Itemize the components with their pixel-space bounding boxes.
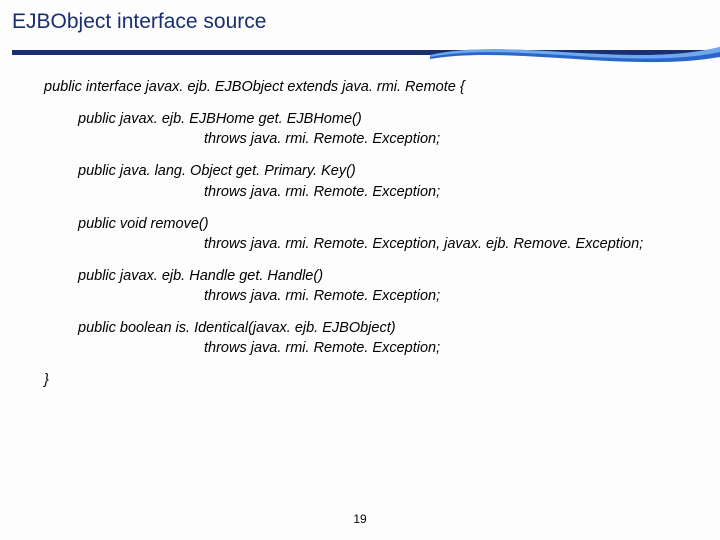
code-line: public boolean is. Identical(javax. ejb.… [44,319,700,337]
title-underline [0,46,720,60]
code-line: throws java. rmi. Remote. Exception; [44,130,700,148]
code-line: throws java. rmi. Remote. Exception, jav… [44,235,700,253]
code-line: public java. lang. Object get. Primary. … [44,162,700,180]
code-line: public javax. ejb. EJBHome get. EJBHome(… [44,110,700,128]
code-line: public javax. ejb. Handle get. Handle() [44,267,700,285]
page-number: 19 [0,512,720,526]
code-body: public interface javax. ejb. EJBObject e… [44,78,700,392]
slide-title: EJBObject interface source [12,10,266,34]
code-line: } [44,371,700,389]
code-line: public interface javax. ejb. EJBObject e… [44,78,700,96]
slide: EJBObject interface source public interf… [0,0,720,540]
code-line: throws java. rmi. Remote. Exception; [44,183,700,201]
code-line: throws java. rmi. Remote. Exception; [44,339,700,357]
code-line: throws java. rmi. Remote. Exception; [44,287,700,305]
underline-swoosh [430,43,720,65]
code-line: public void remove() [44,215,700,233]
